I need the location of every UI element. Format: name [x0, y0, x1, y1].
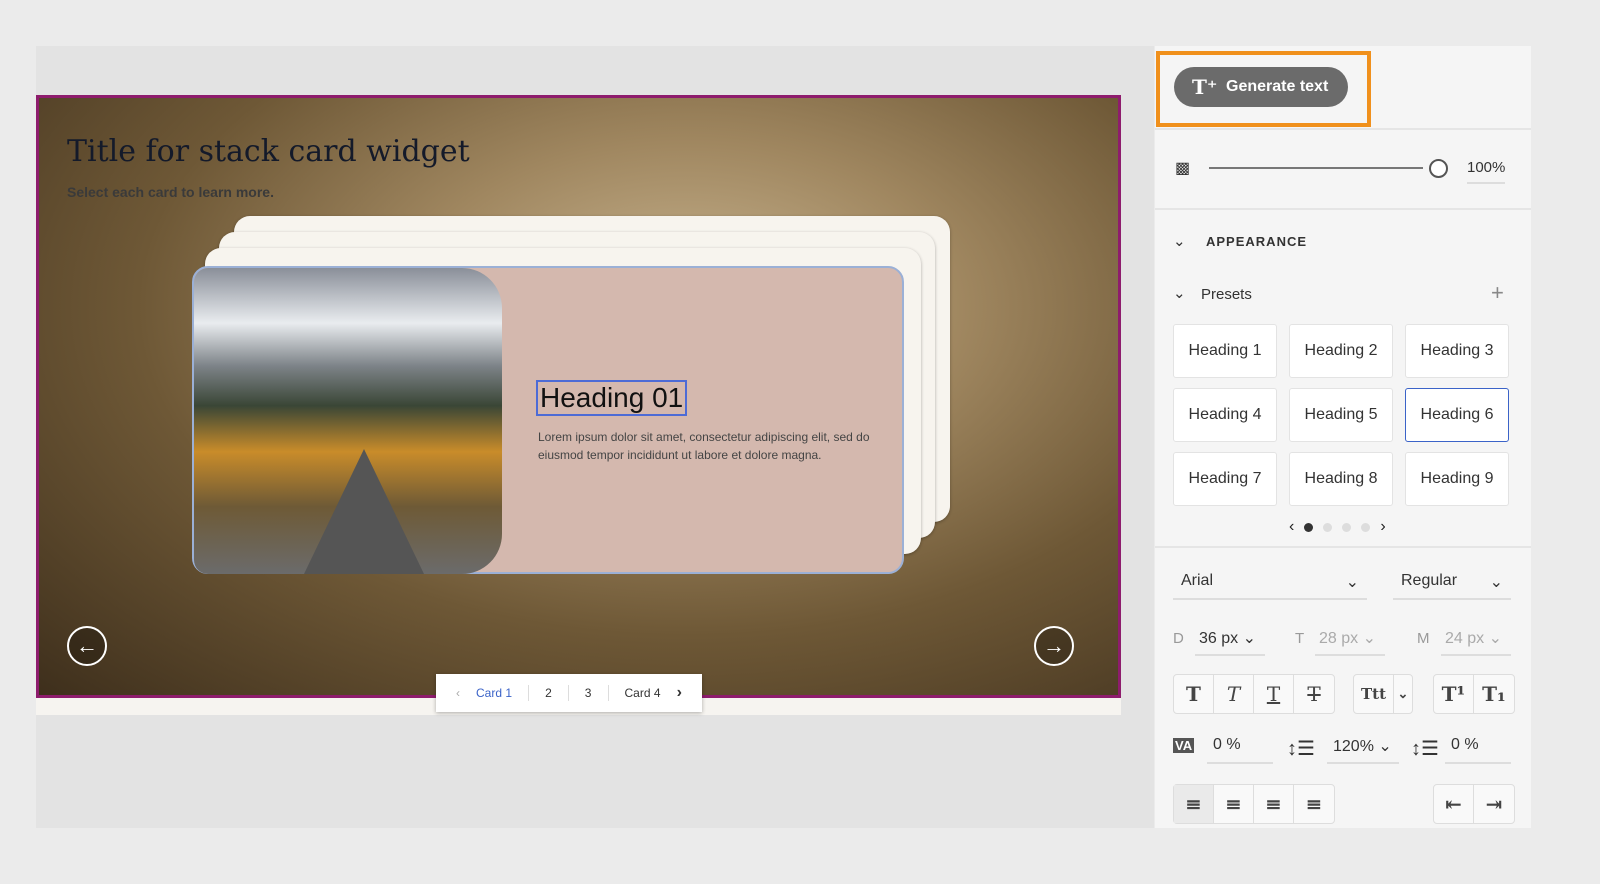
outdent-icon[interactable]: ⇤ [1434, 785, 1474, 823]
page-dot[interactable] [1323, 522, 1333, 532]
tablet-size-label: T [1295, 630, 1305, 647]
opacity-value[interactable]: 100% [1467, 159, 1506, 184]
transparency-icon: ▩ [1175, 160, 1191, 177]
text-case-icon: Ttt [1354, 675, 1394, 713]
chevron-down-icon: ⌄ [1397, 686, 1409, 702]
page-dot[interactable] [1342, 522, 1352, 532]
chevron-right-icon[interactable]: › [1380, 518, 1385, 536]
font-weight-value: Regular [1401, 572, 1458, 589]
case-select[interactable]: Ttt ⌄ [1353, 674, 1413, 714]
preset-heading-7[interactable]: Heading 7 [1173, 452, 1277, 506]
preset-grid: Heading 1 Heading 2 Heading 3 Heading 4 … [1173, 324, 1509, 506]
mobile-size-select[interactable]: 24 px ⌄ [1441, 624, 1511, 656]
line-height-select[interactable]: 120% ⌄ [1327, 732, 1399, 764]
chevron-down-icon[interactable]: ⌄ [1173, 232, 1186, 250]
chevron-left-icon[interactable]: ‹ [1289, 518, 1294, 536]
page-dot[interactable] [1361, 522, 1371, 532]
preset-heading-5[interactable]: Heading 5 [1289, 388, 1393, 442]
widget-title[interactable]: Title for stack card widget [67, 134, 470, 169]
tablet-size-value: 28 px [1319, 630, 1359, 647]
active-card[interactable]: Heading 01 Lorem ipsum dolor sit amet, c… [192, 266, 904, 574]
justify-icon[interactable]: ≡ [1294, 785, 1334, 823]
bold-icon[interactable]: T [1174, 675, 1214, 713]
font-family-select[interactable]: Arial ⌄ [1173, 568, 1367, 600]
indent-group: ⇤ ⇥ [1433, 784, 1515, 824]
line-height-value: 120% [1333, 738, 1374, 755]
generate-text-highlight: T⁺ Generate text [1156, 51, 1371, 127]
pager-item[interactable]: 3 [585, 686, 592, 700]
superscript-icon[interactable]: T¹ [1434, 675, 1474, 713]
pager-item[interactable]: Card 1 [476, 686, 512, 700]
editor-canvas: Title for stack card widget Select each … [36, 46, 1154, 828]
font-family-value: Arial [1181, 572, 1214, 589]
opacity-slider[interactable] [1209, 167, 1423, 169]
preset-heading-3[interactable]: Heading 3 [1405, 324, 1509, 378]
mobile-size-value: 24 px [1445, 630, 1485, 647]
text-sparkle-icon: T⁺ [1192, 75, 1218, 99]
pager-prev-icon[interactable]: ‹ [456, 686, 460, 700]
preset-heading-4[interactable]: Heading 4 [1173, 388, 1277, 442]
tracking-input[interactable]: 0 % [1207, 732, 1273, 764]
subscript-icon[interactable]: T₁ [1474, 675, 1514, 713]
paragraph-spacing-icon: ↕☰ [1411, 738, 1439, 760]
card-body[interactable]: Lorem ipsum dolor sit amet, consectetur … [538, 428, 888, 464]
page-dot[interactable] [1304, 522, 1314, 532]
next-arrow-icon[interactable]: → [1034, 626, 1074, 666]
tablet-size-select[interactable]: 28 px ⌄ [1315, 624, 1385, 656]
align-center-icon[interactable]: ≡ [1214, 785, 1254, 823]
preset-heading-6[interactable]: Heading 6 [1405, 388, 1509, 442]
generate-text-label: Generate text [1226, 78, 1329, 95]
widget-subtitle[interactable]: Select each card to learn more. [67, 184, 274, 200]
underline-icon[interactable]: T [1254, 675, 1294, 713]
card-image[interactable] [194, 268, 502, 574]
opacity-slider-handle[interactable] [1429, 159, 1448, 178]
preset-heading-9[interactable]: Heading 9 [1405, 452, 1509, 506]
prev-arrow-icon[interactable]: ← [67, 626, 107, 666]
add-preset-icon[interactable]: + [1491, 280, 1504, 306]
tracking-icon: VA [1173, 738, 1195, 753]
desktop-size-select[interactable]: 36 px ⌄ [1195, 624, 1265, 656]
chevron-down-icon: ⌄ [1489, 574, 1503, 591]
italic-icon[interactable]: T [1214, 675, 1254, 713]
chevron-down-icon[interactable]: ⌄ [1173, 284, 1186, 302]
desktop-size-label: D [1173, 630, 1184, 647]
pager-next-icon[interactable]: › [677, 684, 682, 702]
font-weight-select[interactable]: Regular ⌄ [1393, 568, 1511, 600]
line-height-icon: ↕☰ [1287, 738, 1315, 760]
chevron-down-icon: ⌄ [1345, 574, 1359, 591]
align-left-icon[interactable]: ≡ [1174, 785, 1214, 823]
strikethrough-icon[interactable]: T [1294, 675, 1334, 713]
alignment-group: ≡ ≡ ≡ ≡ [1173, 784, 1335, 824]
mobile-size-label: M [1417, 630, 1430, 647]
pager-item[interactable]: 2 [545, 686, 552, 700]
properties-panel: T⁺ Generate text ▩ 100% ⌄ APPEARANCE ⌄ Pr… [1155, 46, 1531, 828]
stack-card-widget[interactable]: Title for stack card widget Select each … [36, 95, 1121, 698]
appearance-header[interactable]: APPEARANCE [1206, 234, 1307, 249]
align-right-icon[interactable]: ≡ [1254, 785, 1294, 823]
desktop-size-value: 36 px [1199, 630, 1239, 647]
preset-heading-1[interactable]: Heading 1 [1173, 324, 1277, 378]
generate-text-button[interactable]: T⁺ Generate text [1174, 67, 1348, 107]
preset-heading-2[interactable]: Heading 2 [1289, 324, 1393, 378]
preset-pagination: ‹ › [1289, 518, 1386, 536]
preset-heading-8[interactable]: Heading 8 [1289, 452, 1393, 506]
card-heading[interactable]: Heading 01 [536, 380, 688, 416]
card-pager: ‹ Card 1 2 3 Card 4 › [436, 674, 702, 712]
pager-item[interactable]: Card 4 [625, 686, 661, 700]
paragraph-spacing-input[interactable]: 0 % [1445, 732, 1511, 764]
indent-icon[interactable]: ⇥ [1474, 785, 1514, 823]
text-style-group: TTTT [1173, 674, 1335, 714]
presets-header[interactable]: Presets [1201, 286, 1252, 303]
script-group: T¹ T₁ [1433, 674, 1515, 714]
